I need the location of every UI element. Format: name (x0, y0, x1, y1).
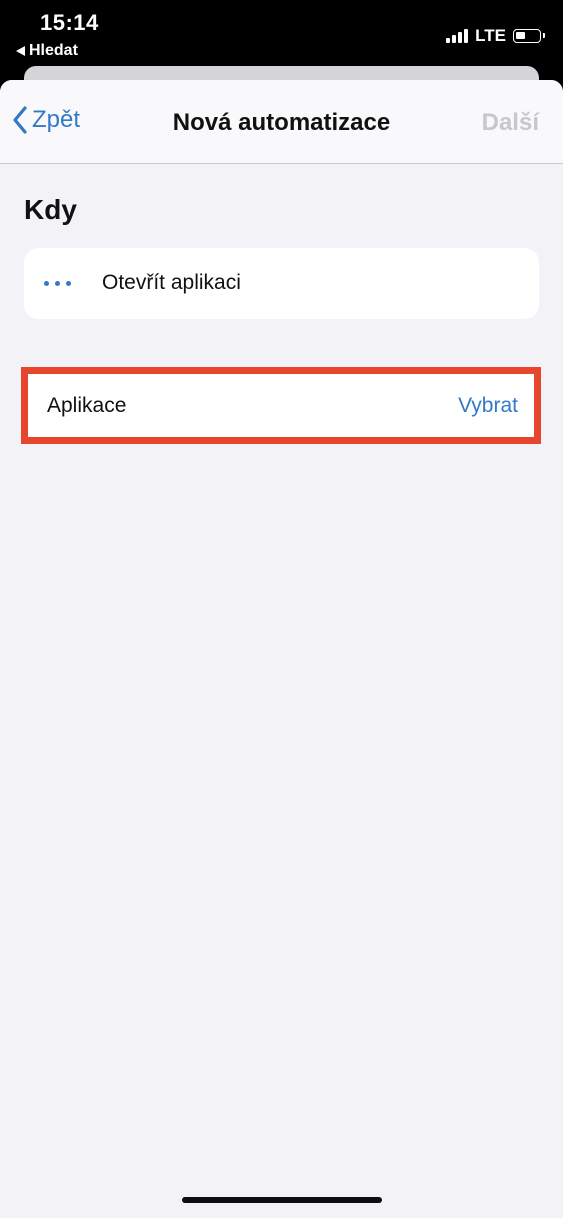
status-back-to-app[interactable]: Hledat (16, 42, 78, 60)
app-selection-row[interactable]: Aplikace Vybrat (21, 367, 541, 444)
status-bar: 15:14 Hledat LTE (0, 0, 563, 66)
battery-icon (513, 29, 545, 43)
section-title-when: Kdy (24, 194, 77, 225)
trigger-card[interactable]: Otevřít aplikaci (24, 248, 539, 319)
home-indicator[interactable] (182, 1197, 382, 1203)
navigation-bar: Zpět Nová automatizace Další (0, 80, 563, 164)
status-back-label: Hledat (29, 42, 78, 59)
automation-sheet: Zpět Nová automatizace Další Kdy Otevřít… (0, 80, 563, 1218)
app-row-label: Aplikace (47, 394, 127, 417)
next-button[interactable]: Další (482, 109, 539, 137)
back-triangle-icon (16, 46, 25, 56)
status-time: 15:14 (40, 10, 99, 35)
signal-strength-icon (446, 29, 469, 43)
ellipsis-icon (44, 281, 71, 286)
trigger-label: Otevřít aplikaci (102, 271, 241, 294)
page-title: Nová automatizace (172, 109, 391, 136)
status-indicators: LTE (446, 26, 545, 46)
choose-app-button[interactable]: Vybrat (458, 394, 518, 418)
network-type: LTE (475, 26, 506, 45)
